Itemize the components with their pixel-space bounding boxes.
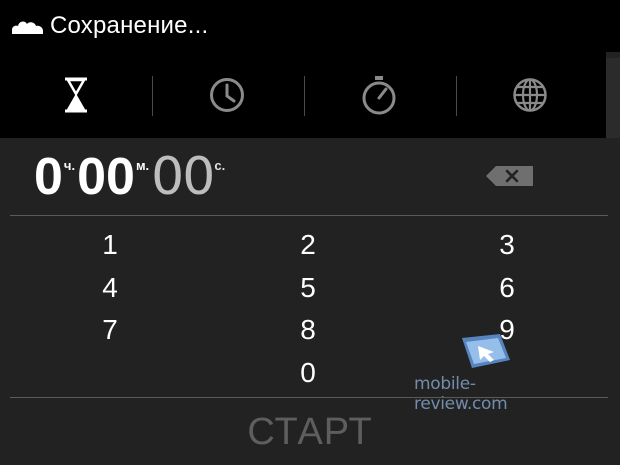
globe-icon <box>511 76 549 114</box>
stopwatch-icon <box>360 75 398 115</box>
watermark: mobile-review.com <box>414 330 564 414</box>
backspace-button[interactable] <box>486 166 534 186</box>
divider-bottom <box>10 397 608 398</box>
status-bar: Сохранение... <box>0 0 620 52</box>
key-7[interactable]: 7 <box>70 309 150 351</box>
tab-separator <box>304 76 305 116</box>
hours-unit: ч. <box>63 158 76 173</box>
key-6[interactable]: 6 <box>467 267 547 309</box>
key-5[interactable]: 5 <box>268 267 348 309</box>
status-text: Сохранение... <box>50 12 209 39</box>
seconds-unit: с. <box>214 158 226 173</box>
watermark-logo <box>462 334 510 368</box>
key-4[interactable]: 4 <box>70 267 150 309</box>
tab-alarm[interactable] <box>152 52 304 138</box>
clock-icon <box>208 76 246 114</box>
backspace-icon <box>486 166 533 186</box>
tab-timer[interactable] <box>0 52 152 138</box>
timer-display: 0 ч. 00 м. 00 с. <box>0 138 620 214</box>
minutes-value: 00 <box>77 148 135 206</box>
hours-value: 0 <box>34 148 63 206</box>
hourglass-icon <box>63 77 89 113</box>
key-1[interactable]: 1 <box>70 224 150 266</box>
tab-separator <box>152 76 153 116</box>
key-2[interactable]: 2 <box>268 224 348 266</box>
seconds-value: 00 <box>151 147 215 207</box>
tab-scroll-edge <box>606 58 620 138</box>
tab-bar <box>0 52 606 138</box>
tab-world-clock[interactable] <box>455 52 607 138</box>
tab-stopwatch[interactable] <box>303 52 455 138</box>
minutes-unit: м. <box>135 158 150 173</box>
key-3[interactable]: 3 <box>467 224 547 266</box>
divider-top <box>10 215 608 216</box>
key-0[interactable]: 0 <box>268 352 348 394</box>
time-readout: 0 ч. 00 м. 00 с. <box>34 142 227 212</box>
cloud-upload-icon <box>10 16 44 36</box>
start-button[interactable]: СТАРТ <box>0 400 620 465</box>
key-8[interactable]: 8 <box>268 309 348 351</box>
tab-separator <box>456 76 457 116</box>
